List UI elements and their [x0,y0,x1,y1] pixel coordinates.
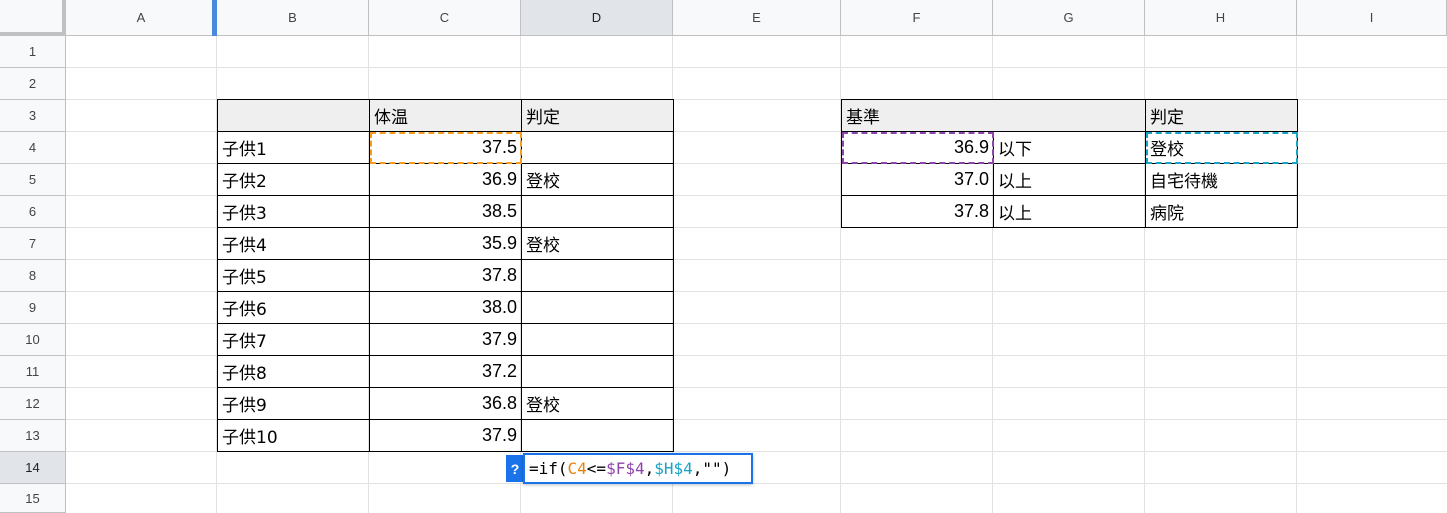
cell-b7[interactable]: 子供4 [217,227,370,260]
cell-g5[interactable]: 以上 [993,163,1146,196]
row-header-13[interactable]: 13 [0,420,66,452]
cell-b9[interactable]: 子供6 [217,291,370,324]
cell-c7[interactable]: 35.9 [369,227,522,260]
select-all-corner[interactable] [0,0,66,36]
cell-d3[interactable]: 判定 [521,99,674,132]
row-header-5[interactable]: 5 [0,164,66,196]
cell-c5[interactable]: 36.9 [369,163,522,196]
cell-c8[interactable]: 37.8 [369,259,522,292]
column-header-c[interactable]: C [369,0,521,36]
cell-d13[interactable] [521,419,674,452]
cell-f3-merged[interactable]: 基準 [841,99,1146,132]
cell-h5[interactable]: 自宅待機 [1145,163,1298,196]
grid-line [66,483,1447,484]
reference-highlight-f4 [842,132,994,164]
cell-c10[interactable]: 37.9 [369,323,522,356]
formula-suffix: ,"") [692,459,732,478]
reference-highlight-h4 [1146,132,1298,164]
cell-f6[interactable]: 37.8 [841,195,994,228]
formula-editor-input[interactable]: =if(C4 <= $F$4, $H$4 ,"") [523,453,753,484]
cell-h6[interactable]: 病院 [1145,195,1298,228]
cell-b8[interactable]: 子供5 [217,259,370,292]
row-header-8[interactable]: 8 [0,260,66,292]
cell-b12[interactable]: 子供9 [217,387,370,420]
column-header-i[interactable]: I [1297,0,1447,36]
column-header-d[interactable]: D [521,0,673,36]
cell-d12[interactable]: 登校 [521,387,674,420]
row-header-7[interactable]: 7 [0,228,66,260]
formula-ref-f4: $F$4 [606,459,645,478]
cell-d6[interactable] [521,195,674,228]
cell-c3[interactable]: 体温 [369,99,522,132]
cell-d11[interactable] [521,355,674,388]
column-header-b[interactable]: B [217,0,369,36]
row-header-2[interactable]: 2 [0,68,66,100]
cell-c13[interactable]: 37.9 [369,419,522,452]
grid-line [66,67,1447,68]
formula-ref-h4: $H$4 [654,459,693,478]
formula-comma: , [644,459,655,478]
column-header-a[interactable]: A [66,0,217,36]
cell-h3[interactable]: 判定 [1145,99,1298,132]
row-header-1[interactable]: 1 [0,36,66,68]
column-header-f[interactable]: F [841,0,993,36]
cell-b5[interactable]: 子供2 [217,163,370,196]
formula-prefix: =if( [529,459,568,478]
formula-operator: <= [586,459,607,478]
cell-d10[interactable] [521,323,674,356]
spreadsheet-grid: A B C D E F G H I 1 2 3 4 5 6 7 8 9 10 1… [0,0,1447,513]
cell-b3[interactable] [217,99,370,132]
column-header-g[interactable]: G [993,0,1145,36]
cell-d9[interactable] [521,291,674,324]
cell-g4[interactable]: 以下 [993,131,1146,164]
cell-b4[interactable]: 子供1 [217,131,370,164]
cell-d5[interactable]: 登校 [521,163,674,196]
cell-b10[interactable]: 子供7 [217,323,370,356]
cell-g6[interactable]: 以上 [993,195,1146,228]
cell-d7[interactable]: 登校 [521,227,674,260]
column-header-e[interactable]: E [673,0,841,36]
cell-d4[interactable] [521,131,674,164]
formula-ref-c4: C4 [567,459,587,478]
cell-c9[interactable]: 38.0 [369,291,522,324]
cell-b11[interactable]: 子供8 [217,355,370,388]
row-header-4[interactable]: 4 [0,132,66,164]
cell-c11[interactable]: 37.2 [369,355,522,388]
row-header-11[interactable]: 11 [0,356,66,388]
freeze-column-handle[interactable] [212,0,217,36]
cell-f5[interactable]: 37.0 [841,163,994,196]
cell-c12[interactable]: 36.8 [369,387,522,420]
cell-b13[interactable]: 子供10 [217,419,370,452]
row-header-14[interactable]: 14 [0,452,66,484]
reference-highlight-c4 [370,132,522,164]
row-header-15[interactable]: 15 [0,484,66,513]
formula-help-button[interactable]: ? [506,455,524,482]
cell-b6[interactable]: 子供3 [217,195,370,228]
cell-d8[interactable] [521,259,674,292]
column-header-h[interactable]: H [1145,0,1297,36]
cell-c6[interactable]: 38.5 [369,195,522,228]
row-header-10[interactable]: 10 [0,324,66,356]
row-header-6[interactable]: 6 [0,196,66,228]
row-header-12[interactable]: 12 [0,388,66,420]
row-header-9[interactable]: 9 [0,292,66,324]
row-header-3[interactable]: 3 [0,100,66,132]
